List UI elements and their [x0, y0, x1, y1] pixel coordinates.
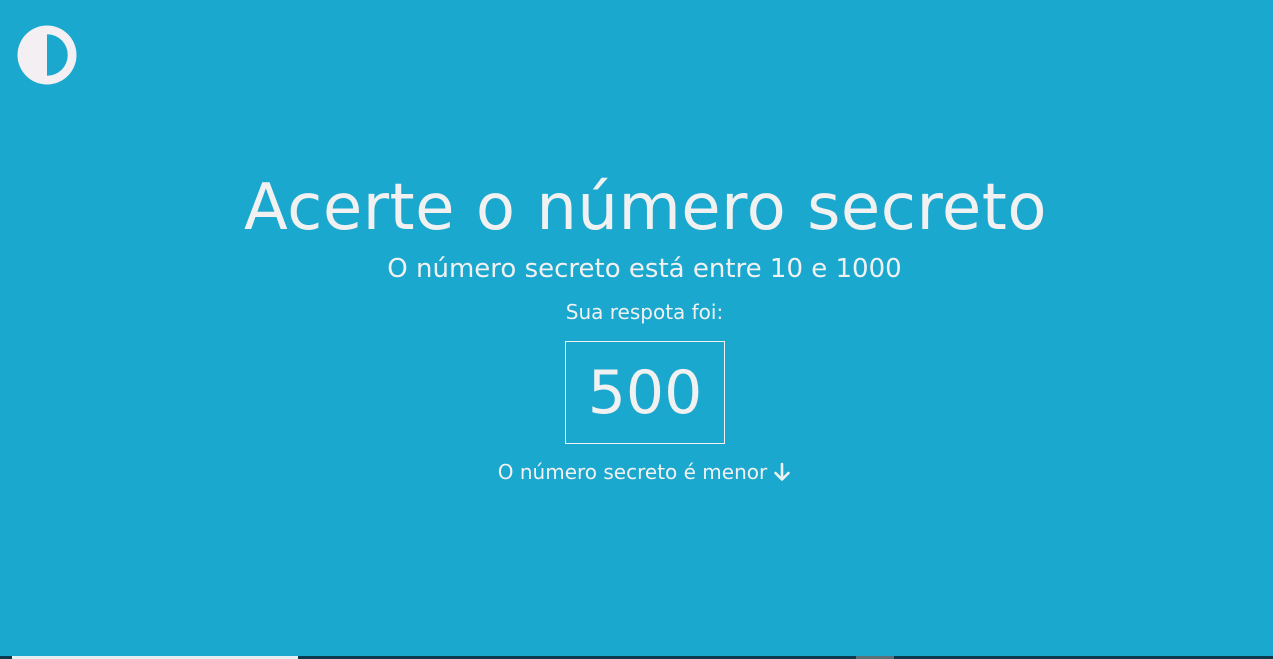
answer-box: 500	[565, 341, 725, 444]
arrow-down-icon	[773, 462, 791, 482]
range-subtitle: O número secreto está entre 10 e 1000	[387, 254, 902, 284]
page-title: Acerte o número secreto	[243, 171, 1048, 245]
half-circle-contrast-icon	[17, 25, 77, 85]
theme-toggle-button[interactable]	[17, 25, 77, 85]
hint-text: O número secreto é menor	[497, 460, 768, 484]
answer-label: Sua respota foi:	[565, 300, 724, 324]
answer-value: 500	[587, 357, 703, 428]
hint-message: O número secreto é menor	[0, 458, 1273, 486]
